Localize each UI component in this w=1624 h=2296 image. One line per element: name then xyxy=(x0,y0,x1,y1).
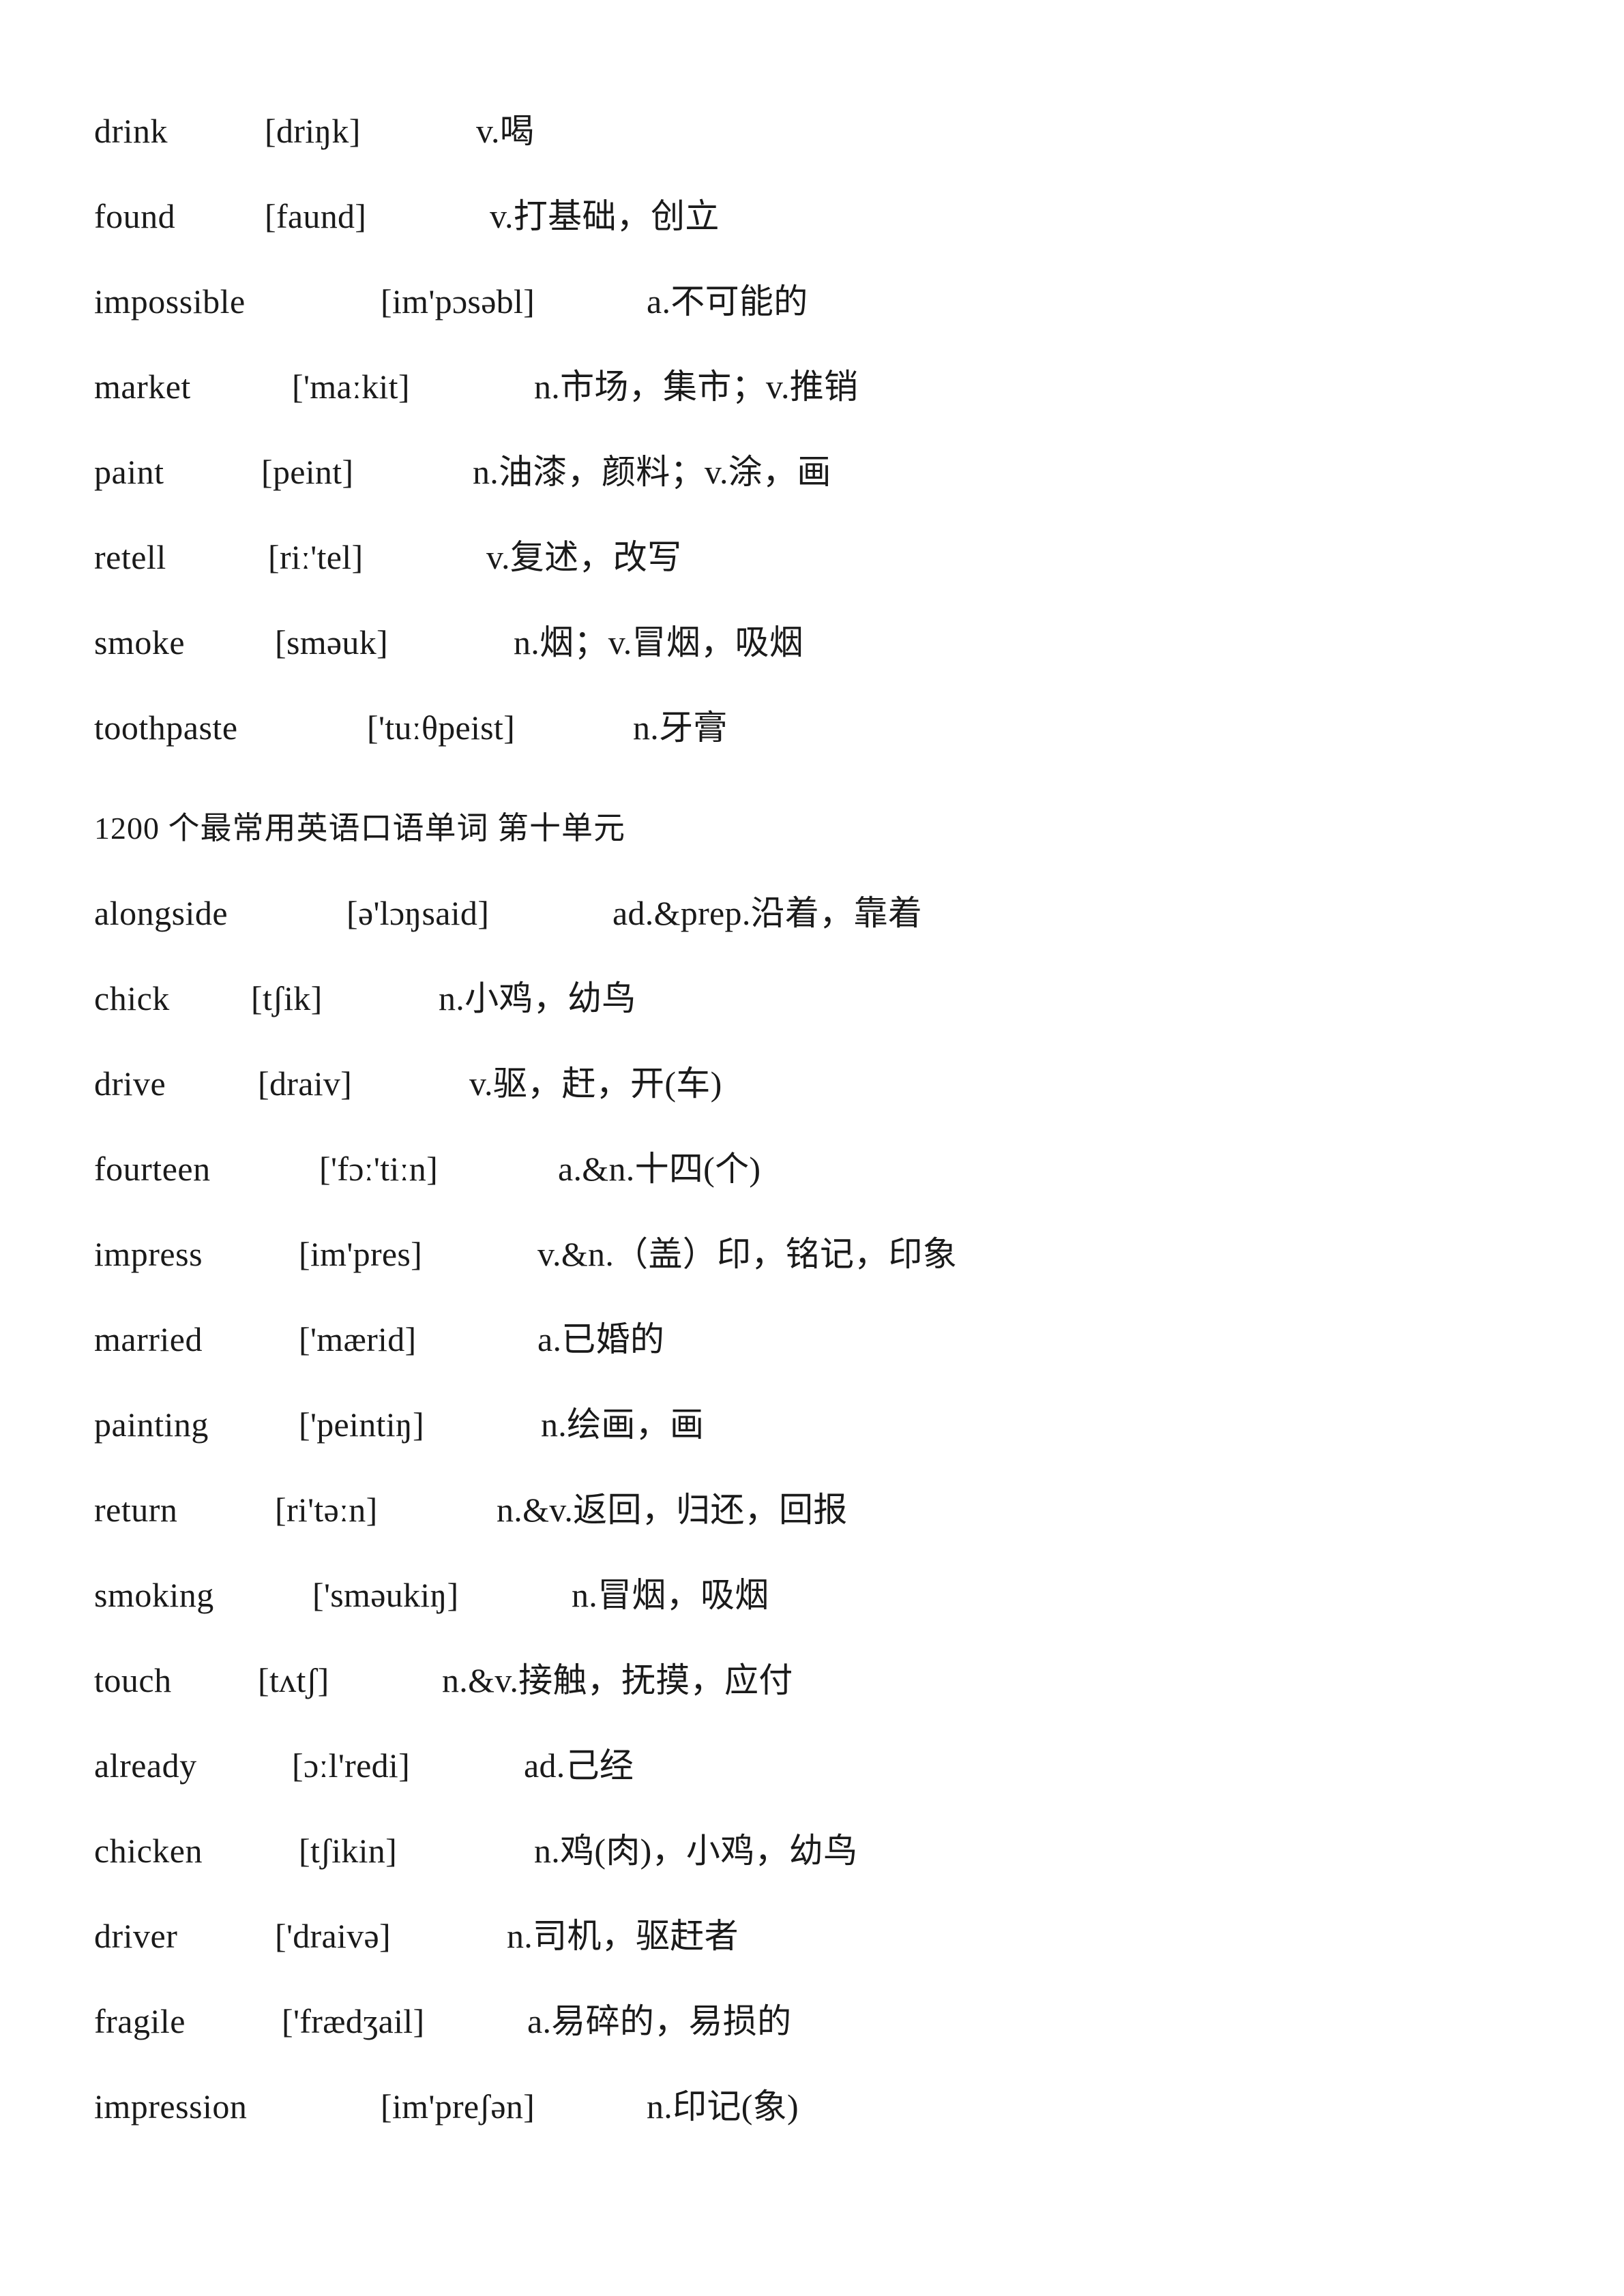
entry-phonetic: [im'pɔsəbl] xyxy=(381,282,535,320)
entry-phonetic: [draiv] xyxy=(258,1064,353,1103)
vocabulary-entry: already [ɔːl'redi] ad.己经 xyxy=(94,1723,1526,1808)
entry-word: toothpaste xyxy=(94,709,238,747)
entry-definition: n.司机，驱赶者 xyxy=(507,1917,739,1955)
vocabulary-entry: impression [im'preʃәn] n.印记(象) xyxy=(94,2064,1526,2149)
vocabulary-entry: market ['maːkit] n.市场，集市；v.推销 xyxy=(94,344,1526,430)
entry-definition: n.&v.接触，抚摸，应付 xyxy=(442,1661,793,1699)
entry-phonetic: [tʃikin] xyxy=(299,1832,398,1870)
entry-phonetic: [peint] xyxy=(261,453,354,491)
entry-word: fragile xyxy=(94,2002,186,2040)
vocabulary-entry: drive [draiv] v.驱，赶，开(车) xyxy=(94,1041,1526,1127)
entry-word: painting xyxy=(94,1405,209,1444)
vocabulary-entry: toothpaste ['tuːθpeist] n.牙膏 xyxy=(94,685,1526,771)
entry-definition: v.&n.（盖）印，铭记，印象 xyxy=(537,1235,958,1273)
entry-word: impossible xyxy=(94,282,246,320)
entry-phonetic: ['draivә] xyxy=(275,1917,391,1955)
entry-definition: ad.己经 xyxy=(524,1746,634,1785)
entry-phonetic: ['fɔː'tiːn] xyxy=(319,1150,439,1188)
vocabulary-entry: impossible [im'pɔsəbl] a.不可能的 xyxy=(94,259,1526,344)
entry-phonetic: ['peintiŋ] xyxy=(299,1405,424,1444)
entry-definition: v.喝 xyxy=(476,112,535,150)
vocabulary-entry: drink [driŋk] v.喝 xyxy=(94,89,1526,174)
section-heading: 1200 个最常用英语口语单词 第十单元 xyxy=(94,811,625,846)
entry-phonetic: [smәuk] xyxy=(275,623,388,661)
vocabulary-entry: chick [tʃik] n.小鸡，幼鸟 xyxy=(94,956,1526,1041)
entry-word: alongside xyxy=(94,894,228,932)
entry-definition: n.&v.返回，归还，回报 xyxy=(497,1491,848,1529)
entry-definition: a.&n.十四(个) xyxy=(558,1150,761,1188)
entry-definition: n.烟；v.冒烟，吸烟 xyxy=(514,623,804,661)
vocabulary-entry: touch [tʌtʃ] n.&v.接触，抚摸，应付 xyxy=(94,1638,1526,1723)
entry-definition: n.绘画，画 xyxy=(541,1405,705,1444)
vocabulary-entry: impress [im'pres] v.&n.（盖）印，铭记，印象 xyxy=(94,1212,1526,1297)
entry-definition: a.易碎的，易损的 xyxy=(527,2002,792,2040)
entry-definition: v.打基础，创立 xyxy=(490,197,720,235)
vocabulary-entry: smoking ['smәukiŋ] n.冒烟，吸烟 xyxy=(94,1553,1526,1638)
entry-phonetic: [tʌtʃ] xyxy=(258,1661,329,1699)
entry-phonetic: [riː'tel] xyxy=(268,538,364,576)
entry-phonetic: ['tuːθpeist] xyxy=(367,709,516,747)
entry-phonetic: ['smәukiŋ] xyxy=(312,1576,459,1614)
vocabulary-group-unit-ten: alongside [ә'lɔŋsaid] ad.&prep.沿着，靠着 chick [… xyxy=(94,871,1526,2149)
entry-word: smoke xyxy=(94,623,186,661)
entry-definition: v.驱，赶，开(车) xyxy=(469,1064,722,1103)
entry-definition: n.冒烟，吸烟 xyxy=(572,1576,769,1614)
entry-definition: n.印记(象) xyxy=(647,2087,799,2126)
entry-phonetic: [ɔːl'redi] xyxy=(292,1746,411,1785)
entry-phonetic: [ә'lɔŋsaid] xyxy=(346,894,490,932)
document-page: drink [driŋk] v.喝 found [faund] v.打基础，创立 impos… xyxy=(0,0,1624,2296)
entry-word: already xyxy=(94,1746,197,1785)
entry-word: chicken xyxy=(94,1832,203,1870)
entry-word: impress xyxy=(94,1235,203,1273)
entry-phonetic: [faund] xyxy=(265,197,367,235)
entry-word: driver xyxy=(94,1917,178,1955)
vocabulary-group-top: drink [driŋk] v.喝 found [faund] v.打基础，创立 impos… xyxy=(94,89,1526,771)
entry-word: married xyxy=(94,1320,203,1358)
entry-definition: n.小鸡，幼鸟 xyxy=(439,979,636,1017)
vocabulary-entry: painting ['peintiŋ] n.绘画，画 xyxy=(94,1382,1526,1467)
vocabulary-entry: paint [peint] n.油漆，颜料；v.涂，画 xyxy=(94,430,1526,515)
vocabulary-entry: fragile ['frædʒail] a.易碎的，易损的 xyxy=(94,1979,1526,2064)
entry-phonetic: [tʃik] xyxy=(251,979,323,1017)
vocabulary-entry: chicken [tʃikin] n.鸡(肉)，小鸡，幼鸟 xyxy=(94,1808,1526,1894)
entry-phonetic: [im'pres] xyxy=(299,1235,423,1273)
entry-definition: v.复述，改写 xyxy=(486,538,682,576)
entry-definition: n.牙膏 xyxy=(633,709,728,747)
entry-definition: n.油漆，颜料；v.涂，画 xyxy=(473,453,831,491)
entry-phonetic: [ri'tәːn] xyxy=(275,1491,378,1529)
vocabulary-entry: fourteen ['fɔː'tiːn] a.&n.十四(个) xyxy=(94,1127,1526,1212)
entry-word: smoking xyxy=(94,1576,214,1614)
entry-word: chick xyxy=(94,979,170,1017)
vocabulary-entry: married ['mærid] a.已婚的 xyxy=(94,1297,1526,1382)
vocabulary-entry: smoke [smәuk] n.烟；v.冒烟，吸烟 xyxy=(94,600,1526,685)
entry-definition: a.不可能的 xyxy=(647,282,808,320)
entry-word: market xyxy=(94,368,191,406)
vocabulary-entry: found [faund] v.打基础，创立 xyxy=(94,174,1526,259)
entry-word: paint xyxy=(94,453,164,491)
entry-word: impression xyxy=(94,2087,248,2126)
entry-definition: a.已婚的 xyxy=(537,1320,665,1358)
entry-word: touch xyxy=(94,1661,172,1699)
entry-definition: n.市场，集市；v.推销 xyxy=(534,368,859,406)
vocabulary-entry: retell [riː'tel] v.复述，改写 xyxy=(94,515,1526,600)
entry-word: retell xyxy=(94,538,166,576)
entry-word: return xyxy=(94,1491,178,1529)
vocabulary-entry: return [ri'tәːn] n.&v.返回，归还，回报 xyxy=(94,1467,1526,1553)
document-body: drink [driŋk] v.喝 found [faund] v.打基础，创立 impos… xyxy=(94,89,1526,2149)
entry-definition: ad.&prep.沿着，靠着 xyxy=(612,894,923,932)
vocabulary-entry: alongside [ә'lɔŋsaid] ad.&prep.沿着，靠着 xyxy=(94,871,1526,956)
entry-phonetic: ['frædʒail] xyxy=(282,2002,425,2040)
entry-phonetic: ['maːkit] xyxy=(292,368,410,406)
entry-phonetic: ['mærid] xyxy=(299,1320,417,1358)
entry-phonetic: [im'preʃәn] xyxy=(381,2087,535,2126)
vocabulary-entry: driver ['draivә] n.司机，驱赶者 xyxy=(94,1894,1526,1979)
entry-word: found xyxy=(94,197,176,235)
entry-definition: n.鸡(肉)，小鸡，幼鸟 xyxy=(534,1832,858,1870)
entry-word: drive xyxy=(94,1064,166,1103)
entry-phonetic: [driŋk] xyxy=(265,112,361,150)
entry-word: drink xyxy=(94,112,168,150)
entry-word: fourteen xyxy=(94,1150,211,1188)
